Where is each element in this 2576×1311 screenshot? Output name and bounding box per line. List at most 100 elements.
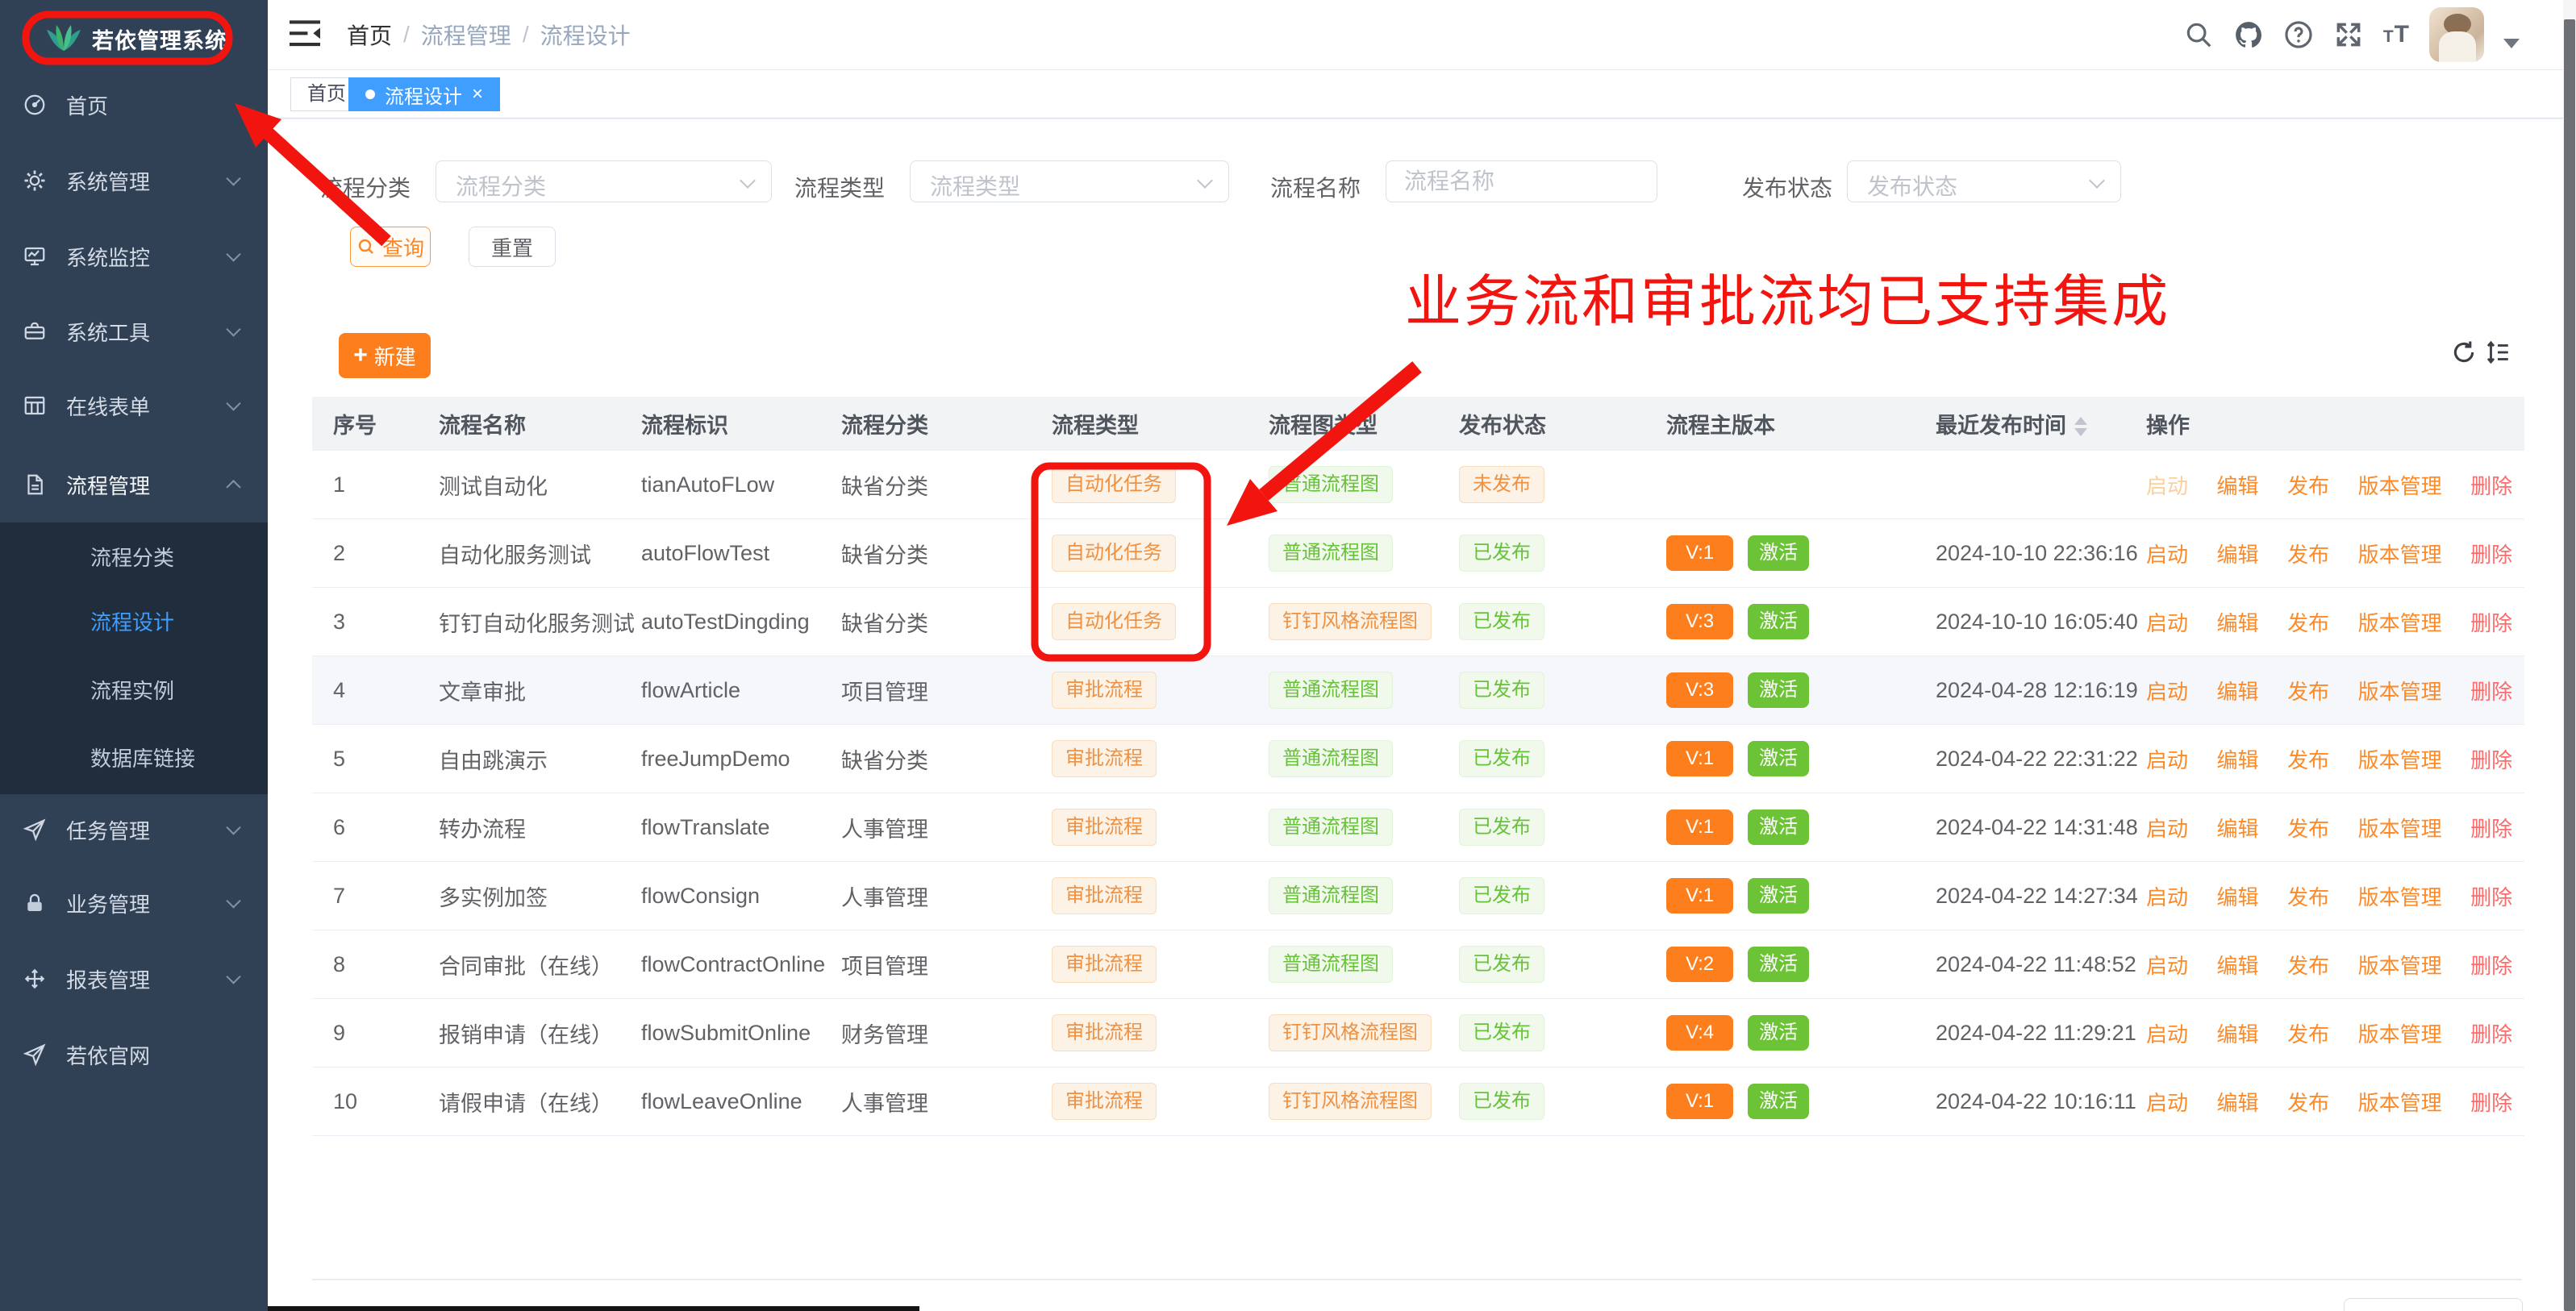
op-delete[interactable]: 删除 — [2470, 954, 2512, 978]
op-delete[interactable]: 删除 — [2470, 1022, 2512, 1047]
op-edit[interactable]: 编辑 — [2217, 885, 2259, 909]
github-icon[interactable] — [2233, 19, 2264, 50]
sidebar-item-label: 系统监控 — [66, 242, 150, 272]
reset-button[interactable]: 重置 — [469, 227, 556, 267]
op-delete[interactable]: 删除 — [2470, 885, 2512, 909]
column-settings-icon[interactable] — [2484, 339, 2511, 366]
op-start[interactable]: 启动 — [2146, 474, 2188, 498]
op-version-manage[interactable]: 版本管理 — [2358, 1091, 2442, 1115]
op-start[interactable]: 启动 — [2146, 954, 2188, 978]
op-edit[interactable]: 编辑 — [2217, 543, 2259, 567]
op-publish[interactable]: 发布 — [2287, 817, 2329, 841]
op-delete[interactable]: 删除 — [2470, 680, 2512, 704]
op-delete[interactable]: 删除 — [2470, 611, 2512, 635]
op-version-manage[interactable]: 版本管理 — [2358, 543, 2442, 567]
sidebar-item-db-link[interactable]: 数据库链接 — [0, 731, 268, 783]
breadcrumb-home[interactable]: 首页 — [347, 19, 392, 51]
sidebar-item-business-management[interactable]: 业务管理 — [0, 875, 268, 931]
op-publish[interactable]: 发布 — [2287, 954, 2329, 978]
op-version-manage[interactable]: 版本管理 — [2358, 748, 2442, 772]
sidebar-item-system[interactable]: 系统管理 — [0, 152, 268, 209]
op-publish[interactable]: 发布 — [2287, 543, 2329, 567]
monitor-icon — [23, 244, 47, 268]
search-icon[interactable] — [2183, 19, 2214, 50]
cell-publish-time: 2024-04-22 14:27:34 — [1936, 862, 2146, 930]
op-start[interactable]: 启动 — [2146, 885, 2188, 909]
op-publish[interactable]: 发布 — [2287, 748, 2329, 772]
sidebar-item-flow-instance[interactable]: 流程实例 — [0, 664, 268, 715]
op-publish[interactable]: 发布 — [2287, 1022, 2329, 1047]
avatar[interactable] — [2429, 7, 2484, 62]
pagination[interactable] — [2344, 1298, 2523, 1311]
diagram-type-tag: 普通流程图 — [1269, 877, 1393, 914]
sidebar-item-home[interactable]: 首页 — [0, 77, 268, 133]
op-edit[interactable]: 编辑 — [2217, 748, 2259, 772]
font-size-icon[interactable]: TT — [2383, 21, 2410, 48]
op-edit[interactable]: 编辑 — [2217, 474, 2259, 498]
op-publish[interactable]: 发布 — [2287, 474, 2329, 498]
op-start[interactable]: 启动 — [2146, 1091, 2188, 1115]
cell-key: autoTestDingding — [641, 588, 841, 656]
refresh-icon[interactable] — [2450, 339, 2478, 366]
filter-name-input[interactable] — [1386, 160, 1657, 202]
sidebar-item-online-form[interactable]: 在线表单 — [0, 377, 268, 434]
op-version-manage[interactable]: 版本管理 — [2358, 474, 2442, 498]
op-version-manage[interactable]: 版本管理 — [2358, 885, 2442, 909]
op-publish[interactable]: 发布 — [2287, 1091, 2329, 1115]
op-publish[interactable]: 发布 — [2287, 885, 2329, 909]
op-start[interactable]: 启动 — [2146, 1022, 2188, 1047]
op-start[interactable]: 启动 — [2146, 748, 2188, 772]
op-delete[interactable]: 删除 — [2470, 1091, 2512, 1115]
op-edit[interactable]: 编辑 — [2217, 817, 2259, 841]
op-version-manage[interactable]: 版本管理 — [2358, 680, 2442, 704]
op-start[interactable]: 启动 — [2146, 611, 2188, 635]
sidebar-item-flow-category[interactable]: 流程分类 — [0, 531, 268, 582]
filter-category-select[interactable]: 流程分类 — [436, 160, 772, 202]
op-version-manage[interactable]: 版本管理 — [2358, 1022, 2442, 1047]
op-edit[interactable]: 编辑 — [2217, 680, 2259, 704]
op-version-manage[interactable]: 版本管理 — [2358, 611, 2442, 635]
breadcrumb-flow-management[interactable]: 流程管理 — [421, 19, 511, 51]
filter-type-select[interactable]: 流程类型 — [910, 160, 1229, 202]
sort-caret-icon[interactable] — [2074, 417, 2087, 436]
sidebar-fold-icon[interactable] — [287, 19, 323, 50]
op-delete[interactable]: 删除 — [2470, 474, 2512, 498]
cell-name: 自由跳演示 — [439, 725, 641, 793]
op-version-manage[interactable]: 版本管理 — [2358, 954, 2442, 978]
active-tab-dot — [365, 89, 375, 99]
sidebar-item-flow-management[interactable]: 流程管理 — [0, 456, 268, 513]
op-publish[interactable]: 发布 — [2287, 611, 2329, 635]
op-start[interactable]: 启动 — [2146, 543, 2188, 567]
op-delete[interactable]: 删除 — [2470, 543, 2512, 567]
op-edit[interactable]: 编辑 — [2217, 611, 2259, 635]
search-icon — [356, 237, 376, 256]
op-delete[interactable]: 删除 — [2470, 817, 2512, 841]
active-badge: 激活 — [1748, 1084, 1809, 1119]
sidebar-item-task-management[interactable]: 任务管理 — [0, 801, 268, 858]
search-button[interactable]: 查询 — [350, 227, 431, 267]
help-icon[interactable] — [2283, 19, 2314, 50]
op-edit[interactable]: 编辑 — [2217, 954, 2259, 978]
sidebar-item-flow-design[interactable]: 流程设计 — [0, 595, 268, 647]
fullscreen-icon[interactable] — [2333, 19, 2364, 50]
op-delete[interactable]: 删除 — [2470, 748, 2512, 772]
filter-status-select[interactable]: 发布状态 — [1847, 160, 2121, 202]
avatar-caret-icon[interactable] — [2503, 39, 2520, 48]
op-edit[interactable]: 编辑 — [2217, 1022, 2259, 1047]
op-edit[interactable]: 编辑 — [2217, 1091, 2259, 1115]
op-start[interactable]: 启动 — [2146, 817, 2188, 841]
sidebar-item-report-management[interactable]: 报表管理 — [0, 951, 268, 1007]
close-icon[interactable]: × — [472, 85, 483, 104]
sidebar-item-ruoyi-site[interactable]: 若依官网 — [0, 1026, 268, 1083]
sidebar-item-tools[interactable]: 系统工具 — [0, 303, 268, 360]
op-start[interactable]: 启动 — [2146, 680, 2188, 704]
tab-flow-design[interactable]: 流程设计 × — [348, 77, 500, 111]
op-version-manage[interactable]: 版本管理 — [2358, 817, 2442, 841]
sidebar-item-monitor[interactable]: 系统监控 — [0, 228, 268, 285]
create-button[interactable]: + 新建 — [339, 333, 431, 378]
logo[interactable]: 若依管理系统 — [0, 0, 268, 77]
op-publish[interactable]: 发布 — [2287, 680, 2329, 704]
scrollbar-thumb[interactable] — [2564, 19, 2575, 1311]
cell-category: 项目管理 — [841, 656, 1052, 725]
table-row: 7 多实例加签 flowConsign 人事管理 审批流程 普通流程图 已发布 … — [312, 862, 2524, 930]
